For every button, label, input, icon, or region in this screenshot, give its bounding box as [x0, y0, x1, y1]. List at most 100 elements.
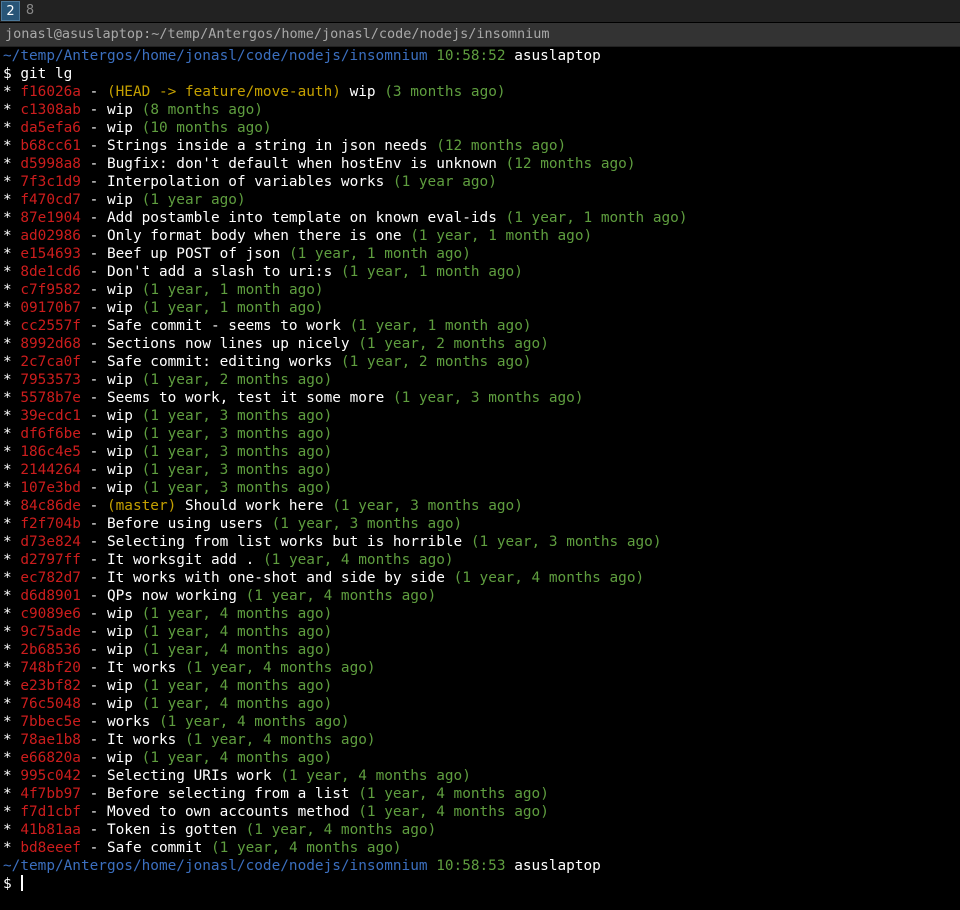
separator: - [80, 264, 107, 280]
commit-message: wip [106, 624, 133, 640]
separator: - [80, 786, 107, 802]
commit-date: (1 year, 1 month ago) [349, 318, 532, 334]
commit-line: * bd8eeef - Safe commit (1 year, 4 month… [3, 839, 957, 857]
graph-marker: * [3, 732, 21, 748]
commit-line: * c9089e6 - wip (1 year, 4 months ago) [3, 605, 957, 623]
commit-hash: df6f6be [20, 426, 81, 442]
commit-date: (1 year, 4 months ago) [141, 642, 333, 658]
graph-marker: * [3, 138, 21, 154]
workspace-button-2[interactable]: 2 [1, 1, 20, 21]
workspace-button-8[interactable]: 8 [21, 1, 39, 21]
commit-line: * 84c86de - (master) Should work here (1… [3, 497, 957, 515]
graph-marker: * [3, 318, 21, 334]
graph-marker: * [3, 156, 21, 172]
separator: - [80, 426, 107, 442]
commit-date: (1 year, 1 month ago) [141, 282, 324, 298]
separator: - [80, 462, 107, 478]
commit-refs: (master) [106, 498, 177, 514]
commit-date: (1 year, 3 months ago) [141, 480, 333, 496]
separator: - [80, 642, 107, 658]
commit-date: (1 year, 3 months ago) [392, 390, 584, 406]
separator: - [80, 840, 107, 856]
graph-marker: * [3, 588, 21, 604]
separator: - [80, 282, 107, 298]
graph-marker: * [3, 192, 21, 208]
commit-line: * d73e824 - Selecting from list works bu… [3, 533, 957, 551]
commit-hash: 87e1904 [20, 210, 81, 226]
commit-date: (1 year, 4 months ago) [358, 786, 549, 802]
separator: - [80, 174, 107, 190]
commit-message: It works [106, 660, 177, 676]
commit-date: (1 year, 4 months ago) [158, 714, 350, 730]
commit-date: (1 year, 1 month ago) [141, 300, 324, 316]
commit-hash: 78ae1b8 [20, 732, 81, 748]
commit-date: (1 year, 4 months ago) [280, 768, 471, 784]
window-titlebar[interactable]: jonasl@asuslaptop:~/temp/Antergos/home/j… [0, 23, 960, 47]
commit-date: (1 year, 4 months ago) [141, 696, 333, 712]
separator: - [80, 678, 107, 694]
graph-marker: * [3, 678, 21, 694]
separator: - [80, 156, 107, 172]
graph-marker: * [3, 444, 21, 460]
prompt-line: ~/temp/Antergos/home/jonasl/code/nodejs/… [3, 47, 957, 65]
commit-message: Sections now lines up nicely [106, 336, 350, 352]
commit-hash: e23bf82 [20, 678, 81, 694]
commit-line: * 7953573 - wip (1 year, 2 months ago) [3, 371, 957, 389]
commit-hash: 7bbec5e [20, 714, 81, 730]
separator: - [80, 822, 107, 838]
commit-date: (1 year, 4 months ago) [141, 750, 333, 766]
graph-marker: * [3, 696, 21, 712]
commit-line: * 5578b7e - Seems to work, test it some … [3, 389, 957, 407]
commit-hash: c1308ab [20, 102, 81, 118]
commit-message: wip [106, 282, 133, 298]
commit-date: (1 year, 3 months ago) [141, 444, 333, 460]
graph-marker: * [3, 660, 21, 676]
workspace-bar: 2 8 [0, 0, 960, 22]
terminal-output[interactable]: ~/temp/Antergos/home/jonasl/code/nodejs/… [3, 47, 957, 893]
commit-line: * 9c75ade - wip (1 year, 4 months ago) [3, 623, 957, 641]
commit-date: (1 year, 4 months ago) [245, 588, 437, 604]
separator: - [80, 552, 107, 568]
separator: - [80, 390, 107, 406]
commit-line: * b68cc61 - Strings inside a string in j… [3, 137, 957, 155]
commit-message: Bugfix: don't default when hostEnv is un… [106, 156, 497, 172]
commit-hash: 107e3bd [20, 480, 81, 496]
commit-line: * ad02986 - Only format body when there … [3, 227, 957, 245]
commit-hash: 7f3c1d9 [20, 174, 81, 190]
commit-hash: c7f9582 [20, 282, 81, 298]
prompt-path: ~/temp/Antergos/home/jonasl/code/nodejs/… [3, 858, 428, 874]
commit-hash: 748bf20 [20, 660, 81, 676]
commit-hash: bd8eeef [20, 840, 81, 856]
graph-marker: * [3, 786, 21, 802]
prompt-time: 10:58:53 [436, 858, 506, 874]
input-line[interactable]: $ [3, 875, 957, 893]
separator: - [80, 732, 107, 748]
commit-hash: 9c75ade [20, 624, 81, 640]
graph-marker: * [3, 336, 21, 352]
commit-message: Interpolation of variables works [106, 174, 385, 190]
separator: - [80, 588, 107, 604]
commit-message: wip [106, 102, 133, 118]
graph-marker: * [3, 282, 21, 298]
commit-date: (1 year, 4 months ago) [210, 840, 402, 856]
commit-line: * 748bf20 - It works (1 year, 4 months a… [3, 659, 957, 677]
graph-marker: * [3, 120, 21, 136]
commit-line: * c7f9582 - wip (1 year, 1 month ago) [3, 281, 957, 299]
separator: - [80, 84, 107, 100]
commit-hash: f7d1cbf [20, 804, 81, 820]
graph-marker: * [3, 300, 21, 316]
commit-hash: f470cd7 [20, 192, 81, 208]
commit-message: Safe commit [106, 840, 203, 856]
separator: - [80, 804, 107, 820]
graph-marker: * [3, 102, 21, 118]
graph-marker: * [3, 84, 21, 100]
commit-date: (1 year, 2 months ago) [141, 372, 333, 388]
prompt-path: ~/temp/Antergos/home/jonasl/code/nodejs/… [3, 48, 428, 64]
separator: - [80, 102, 107, 118]
commit-line: * ec782d7 - It works with one-shot and s… [3, 569, 957, 587]
separator: - [80, 696, 107, 712]
graph-marker: * [3, 408, 21, 424]
commit-hash: 2c7ca0f [20, 354, 81, 370]
commit-hash: d5998a8 [20, 156, 81, 172]
separator: - [80, 300, 107, 316]
